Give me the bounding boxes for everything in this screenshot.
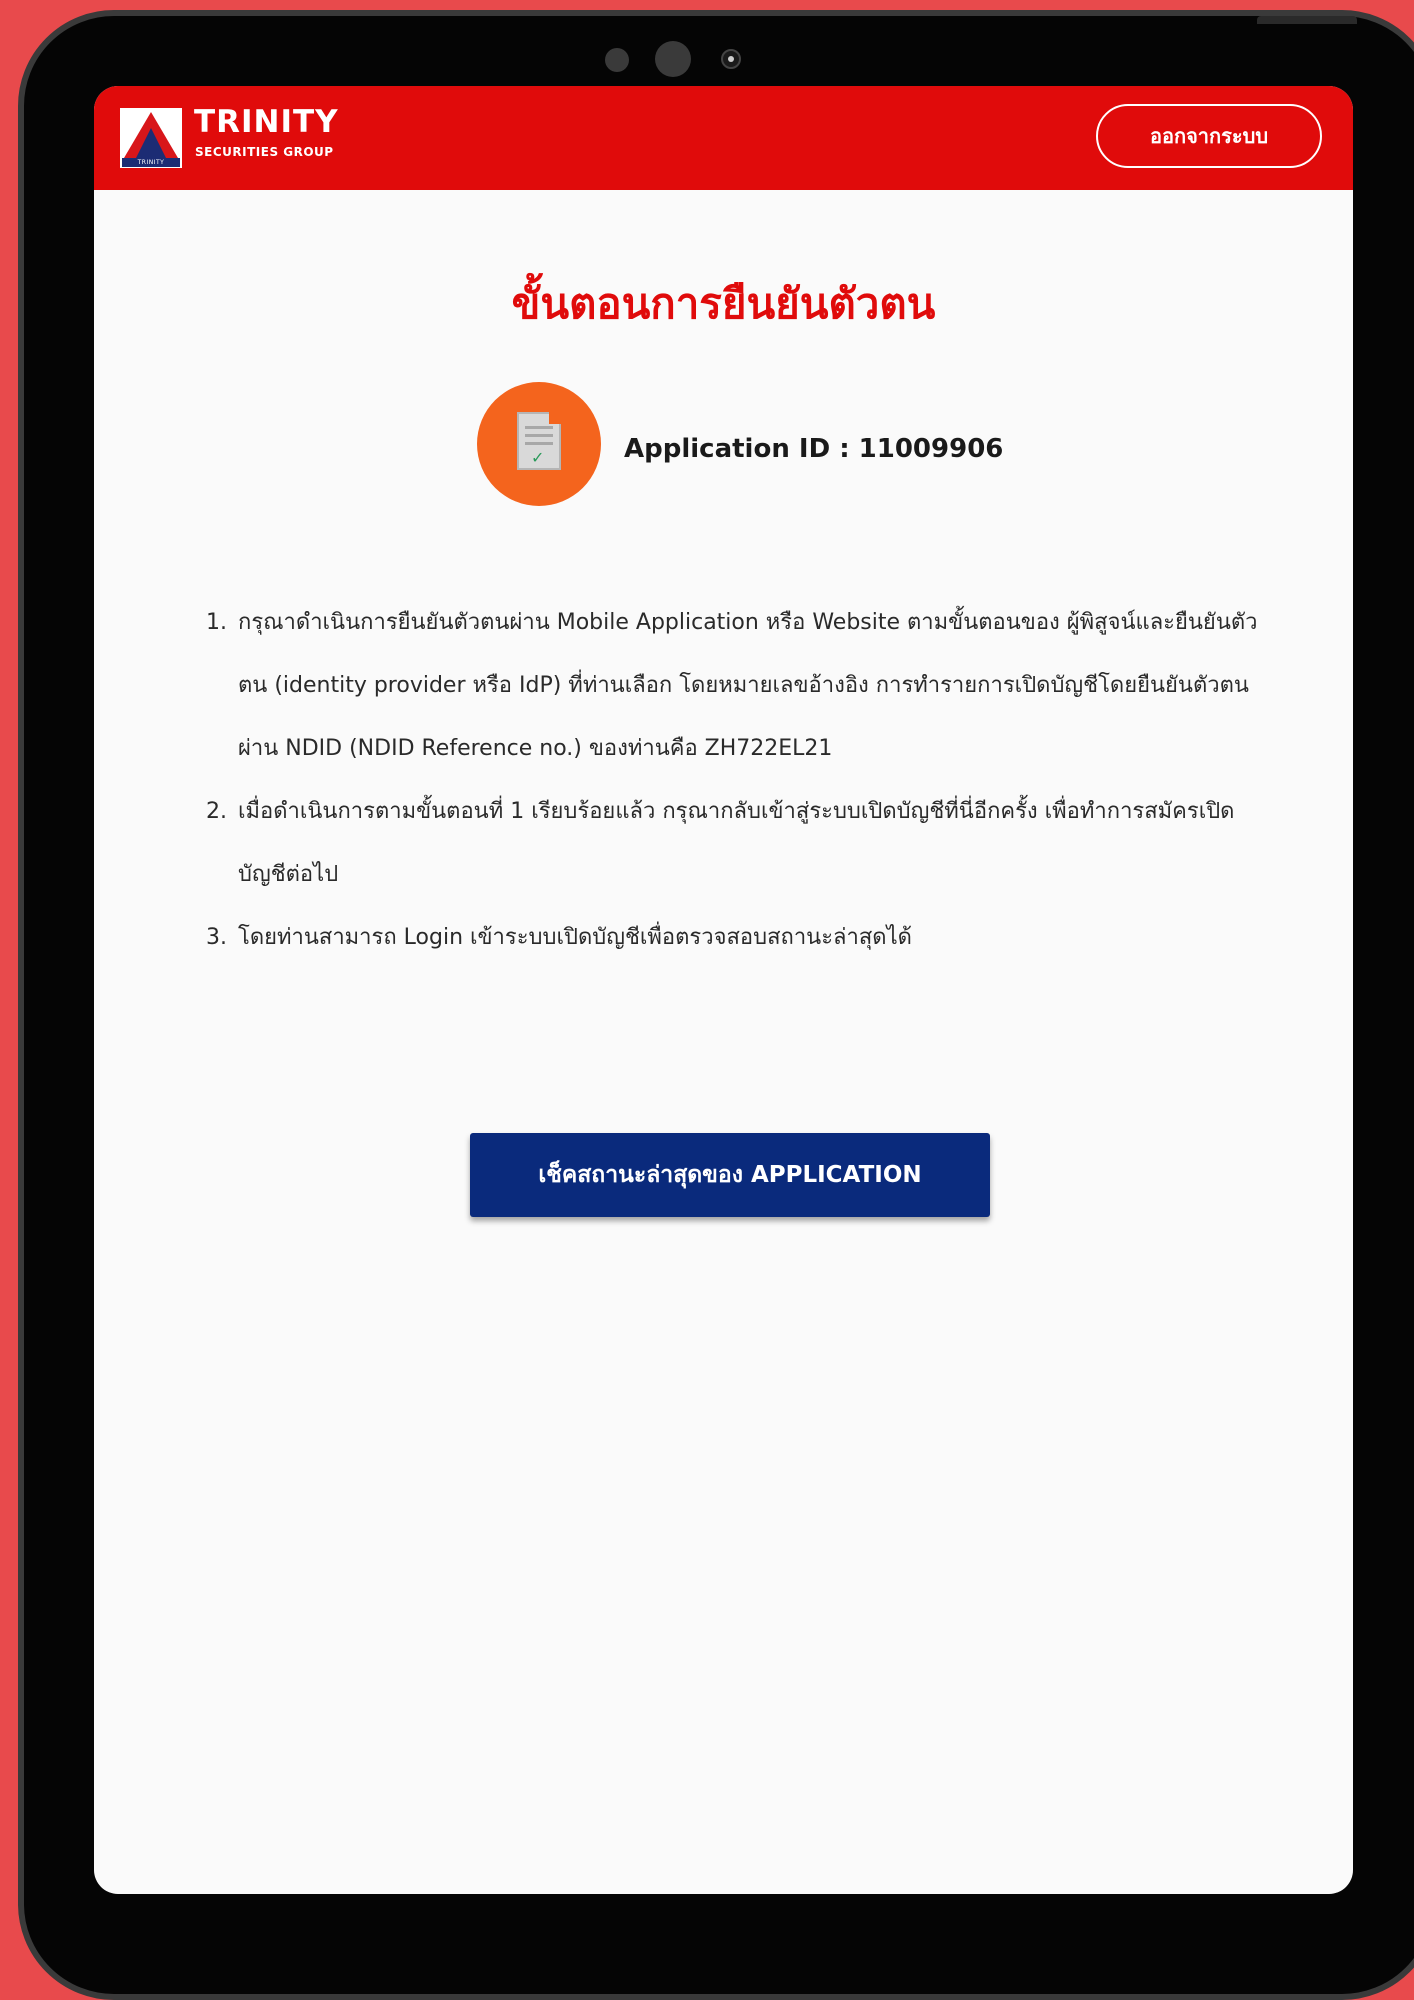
step-text: โดยท่านสามารถ Login เข้าระบบเปิดบัญชีเพื…: [238, 925, 912, 950]
camera-lens: [655, 41, 691, 77]
step-number: 3.: [206, 925, 227, 950]
top-header: TRINITY TRINITY SECURITIES GROUP ออกจากร…: [94, 86, 1353, 190]
document-check-icon: ✓: [477, 382, 601, 506]
step-text: กรุณาดำเนินการยืนยันตัวตนผ่าน Mobile App…: [238, 610, 1258, 761]
trinity-logo-icon: TRINITY: [120, 108, 182, 168]
step-text: เมื่อดำเนินการตามขั้นตอนที่ 1 เรียบร้อยแ…: [238, 799, 1235, 887]
logo-subtitle: SECURITIES GROUP: [195, 145, 334, 159]
step-number: 2.: [206, 799, 227, 824]
page-title: ขั้นตอนการยืนยันตัวตน: [511, 279, 936, 328]
logout-button[interactable]: ออกจากระบบ: [1096, 104, 1322, 168]
application-id: Application ID : 11009906: [624, 434, 1004, 464]
step-item-3: 3. โดยท่านสามารถ Login เข้าระบบเปิดบัญชี…: [206, 906, 1276, 969]
check-status-button[interactable]: เช็คสถานะล่าสุดของ APPLICATION: [470, 1133, 990, 1217]
steps-list: 1. กรุณาดำเนินการยืนยันตัวตนผ่าน Mobile …: [206, 591, 1276, 969]
camera-icon: [721, 49, 741, 69]
power-button: [1257, 16, 1357, 24]
sensor-dot: [605, 48, 629, 72]
step-number: 1.: [206, 610, 227, 635]
step-item-2: 2. เมื่อดำเนินการตามขั้นตอนที่ 1 เรียบร้…: [206, 780, 1276, 906]
logo-name: TRINITY: [194, 104, 339, 140]
screen: TRINITY TRINITY SECURITIES GROUP ออกจากร…: [94, 86, 1353, 1894]
step-item-1: 1. กรุณาดำเนินการยืนยันตัวตนผ่าน Mobile …: [206, 591, 1276, 780]
